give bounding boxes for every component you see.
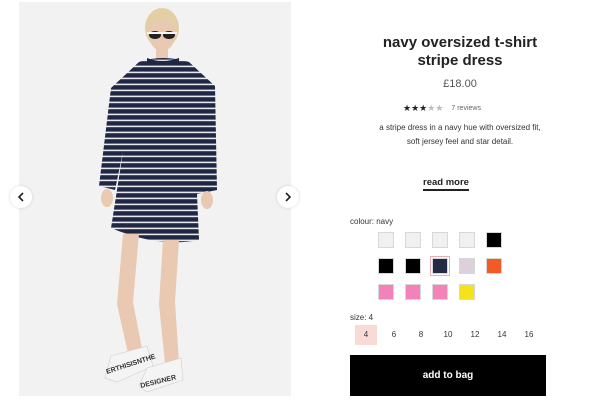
star-filled-icon: ★	[403, 103, 412, 113]
description-line-2: soft jersey feel and star detail.	[406, 137, 514, 146]
colour-swatch-white-2[interactable]	[405, 232, 421, 248]
size-option-10[interactable]: 10	[437, 325, 459, 345]
colour-label: colour: navy	[350, 217, 394, 226]
star-empty-icon: ★	[435, 103, 444, 113]
product-title-line-2: stripe dress	[417, 52, 503, 69]
product-price: £18.00	[443, 78, 477, 90]
size-option-4[interactable]: 4	[355, 325, 377, 345]
size-option-16[interactable]: 16	[518, 325, 540, 345]
colour-swatch-yellow[interactable]	[459, 284, 475, 300]
colour-swatch-pink-2[interactable]	[405, 284, 421, 300]
product-image-gallery: ERTHISISNTHE DESIGNER	[19, 2, 291, 396]
chevron-left-icon	[17, 192, 24, 202]
chevron-right-icon	[285, 192, 292, 202]
size-label: size: 4	[350, 313, 374, 322]
colour-swatch-lilac[interactable]	[459, 258, 475, 274]
product-photo: ERTHISISNTHE DESIGNER	[99, 8, 217, 393]
size-option-6[interactable]: 6	[383, 325, 405, 345]
colour-swatch-black-3[interactable]	[405, 258, 421, 274]
read-more-link[interactable]: read more	[423, 177, 469, 191]
description-line-1: a stripe dress in a navy hue with oversi…	[379, 123, 541, 132]
size-option-14[interactable]: 14	[491, 325, 513, 345]
rating-stars: ★ ★ ★ ★ ★	[403, 104, 443, 113]
colour-swatch-black-1[interactable]	[486, 232, 502, 248]
product-title: navy oversized t-shirt stripe dress	[340, 34, 580, 70]
product-page: ERTHISISNTHE DESIGNER navy oversized t-s…	[0, 0, 600, 400]
star-empty-icon: ★	[427, 103, 436, 113]
product-title-line-1: navy oversized t-shirt	[382, 34, 538, 51]
colour-swatch-pink-1[interactable]	[378, 284, 394, 300]
product-rating: ★ ★ ★ ★ ★ 7 reviews	[403, 104, 481, 113]
colour-swatch-navy[interactable]	[430, 256, 450, 276]
colour-swatch-black-2[interactable]	[378, 258, 394, 274]
colour-swatch-pink-3[interactable]	[432, 284, 448, 300]
colour-swatch-white-3[interactable]	[432, 232, 448, 248]
add-to-bag-button[interactable]: add to bag	[350, 355, 546, 396]
colour-swatch-orange[interactable]	[486, 258, 502, 274]
next-image-button[interactable]	[277, 186, 299, 208]
colour-swatch-white-4[interactable]	[459, 232, 475, 248]
product-description: a stripe dress in a navy hue with oversi…	[350, 121, 570, 149]
star-filled-icon: ★	[419, 103, 428, 113]
previous-image-button[interactable]	[10, 186, 32, 208]
size-option-8[interactable]: 8	[410, 325, 432, 345]
size-option-12[interactable]: 12	[464, 325, 486, 345]
colour-swatch-white-1[interactable]	[378, 232, 394, 248]
star-filled-icon: ★	[411, 103, 420, 113]
reviews-link[interactable]: 7 reviews	[451, 105, 481, 112]
